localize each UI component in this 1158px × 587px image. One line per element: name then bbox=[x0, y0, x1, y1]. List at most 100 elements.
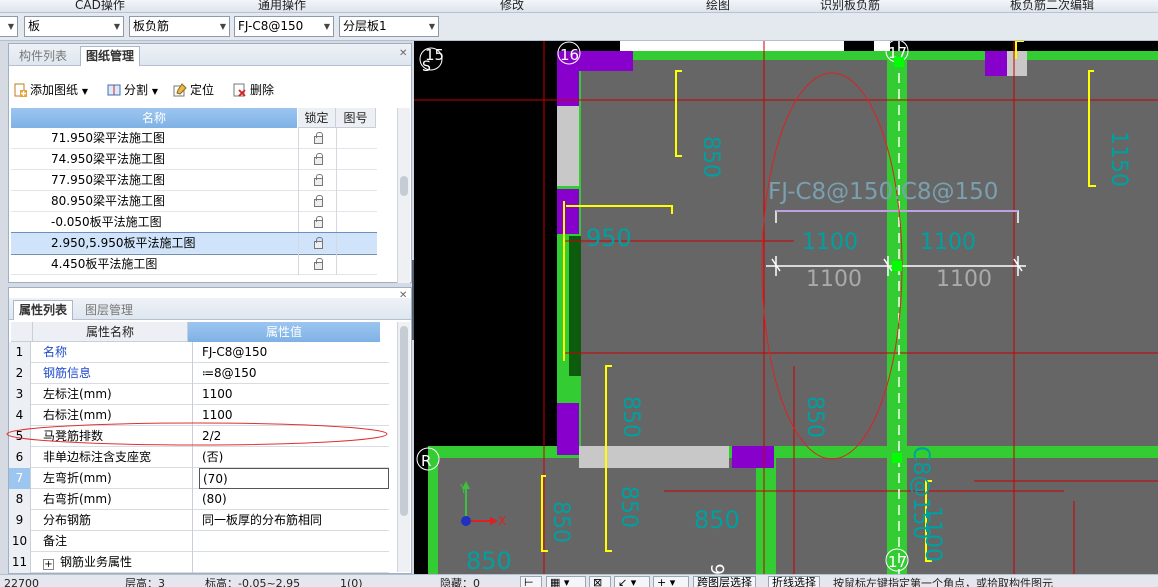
ribbon-group-cad-ops[interactable]: CAD操作 bbox=[75, 0, 125, 12]
property-value[interactable] bbox=[199, 531, 389, 552]
tab-component-list[interactable]: 构件列表 bbox=[13, 46, 73, 66]
add-drawing-button[interactable]: 添加图纸 ▼ bbox=[13, 78, 88, 102]
lock-icon[interactable] bbox=[314, 195, 323, 207]
component-select[interactable]: FJ-C8@150 ▼ bbox=[234, 16, 334, 37]
add-drawing-icon bbox=[13, 81, 27, 97]
split-button[interactable]: 分割 ▼ bbox=[107, 78, 158, 102]
slab-region-main[interactable] bbox=[560, 59, 1158, 454]
grip-point[interactable] bbox=[892, 261, 902, 271]
property-name-text: 钢筋业务属性 bbox=[60, 555, 133, 569]
chevron-down-icon: ▼ bbox=[81, 87, 88, 96]
property-name-text: 非单边标注含支座宽 bbox=[43, 450, 152, 464]
col-header-property-value: 属性值 bbox=[188, 322, 381, 342]
drawing-management-panel: 构件列表 图纸管理 ✕ 添加图纸 ▼ 分割 ▼ 定位 删除 名称 锁定 图号 7… bbox=[8, 43, 412, 283]
cross-layer-select-button[interactable]: 跨图层选择 bbox=[693, 576, 756, 587]
property-panel: 属性列表 图层管理 ✕ 属性名称 属性值 1 名称 FJ-C8@150 2 钢筋信息 ≔8… bbox=[6, 287, 412, 574]
property-row[interactable]: 10 备注 bbox=[9, 531, 389, 552]
drawing-row[interactable]: 80.950梁平法施工图 bbox=[11, 191, 377, 212]
grip-point[interactable] bbox=[892, 453, 902, 463]
scrollbar-thumb[interactable] bbox=[400, 176, 408, 196]
drawing-row[interactable]: 74.950梁平法施工图 bbox=[11, 149, 377, 170]
column-support[interactable] bbox=[732, 446, 774, 468]
col-header-number[interactable]: 图号 bbox=[336, 108, 376, 128]
ribbon-group-general-ops[interactable]: 通用操作 bbox=[258, 0, 306, 12]
col-header-name[interactable]: 名称 bbox=[11, 108, 298, 128]
property-row[interactable]: 6 非单边标注含支座宽 (否) bbox=[9, 447, 389, 468]
lock-icon[interactable] bbox=[314, 174, 323, 186]
dim-850-mid: 850 bbox=[618, 396, 643, 438]
snap-toggle-button[interactable]: ▦ ▾ bbox=[546, 576, 586, 587]
ribbon-group-modify[interactable]: 修改 bbox=[500, 0, 524, 12]
ribbon-group-edit[interactable]: 板负筋二次编辑 bbox=[1010, 0, 1094, 12]
drawing-name: 71.950梁平法施工图 bbox=[51, 131, 165, 145]
point-toggle-button[interactable]: + ▾ bbox=[653, 576, 689, 587]
dim-right-outer: 1100 bbox=[936, 267, 992, 292]
property-value[interactable]: (70) bbox=[199, 468, 389, 489]
floor-select[interactable]: ▼ bbox=[0, 16, 18, 37]
property-row[interactable]: 3 左标注(mm) 1100 bbox=[9, 384, 389, 405]
property-value[interactable]: (否) bbox=[199, 447, 389, 468]
col-header-lock[interactable]: 锁定 bbox=[298, 108, 336, 128]
column-support[interactable] bbox=[557, 403, 579, 455]
column-support[interactable] bbox=[557, 71, 579, 106]
grid-toggle-button[interactable]: ⊠ bbox=[589, 576, 611, 587]
cad-drawing-canvas[interactable]: 15 S 16 17 R 17 6 FJ-C8@150:C8@150 1100 … bbox=[414, 41, 1158, 574]
ortho-toggle-button[interactable]: ⊢ bbox=[520, 576, 542, 587]
property-value[interactable]: 同一板厚的分布筋相同 bbox=[199, 510, 389, 531]
property-value[interactable]: ≔8@150 bbox=[199, 363, 389, 384]
property-row[interactable]: 2 钢筋信息 ≔8@150 bbox=[9, 363, 389, 384]
tab-layer-management[interactable]: 图层管理 bbox=[79, 300, 139, 320]
property-row[interactable]: 11 + 钢筋业务属性 bbox=[9, 552, 389, 573]
category-select[interactable]: 板 ▼ bbox=[24, 16, 124, 37]
property-value[interactable]: (80) bbox=[199, 489, 389, 510]
drawing-row[interactable]: 4.450板平法施工图 bbox=[11, 254, 377, 275]
delete-drawing-button[interactable]: 删除 bbox=[233, 78, 274, 102]
lock-icon[interactable] bbox=[314, 258, 323, 270]
lock-icon[interactable] bbox=[314, 153, 323, 165]
property-row[interactable]: 7 左弯折(mm) (70) bbox=[9, 468, 389, 489]
column-support[interactable] bbox=[557, 189, 579, 234]
property-list-scrollbar[interactable] bbox=[397, 322, 410, 572]
drawing-row[interactable]: 71.950梁平法施工图 bbox=[11, 128, 377, 149]
cad-drawing[interactable]: 15 S 16 17 R 17 6 FJ-C8@150:C8@150 1100 … bbox=[414, 41, 1158, 574]
drawing-row[interactable]: 2.950,5.950板平法施工图 bbox=[11, 232, 377, 255]
beam-top[interactable] bbox=[557, 51, 1158, 60]
ucs-x-label: X bbox=[498, 514, 506, 528]
drawing-list-scrollbar[interactable] bbox=[397, 108, 410, 283]
axis-label-s: S bbox=[422, 59, 431, 75]
drawing-row[interactable]: -0.050板平法施工图 bbox=[11, 212, 377, 233]
locate-button[interactable]: 定位 bbox=[173, 78, 214, 102]
property-value[interactable] bbox=[199, 552, 389, 573]
angle-toggle-button[interactable]: ↙ ▾ bbox=[614, 576, 650, 587]
close-icon[interactable]: ✕ bbox=[399, 48, 407, 59]
grip-point[interactable] bbox=[894, 57, 904, 67]
property-panel-tabbar: 属性列表 图层管理 bbox=[9, 298, 411, 320]
property-value[interactable]: 1100 bbox=[199, 384, 389, 405]
layer-group-select[interactable]: 分层板1 ▼ bbox=[339, 16, 439, 37]
type-select[interactable]: 板负筋 ▼ bbox=[129, 16, 230, 37]
dim-850-corner: 850 bbox=[466, 547, 512, 574]
axis-label-r: R bbox=[421, 452, 431, 470]
beam-axis-r[interactable] bbox=[428, 446, 1158, 458]
tab-drawing-management[interactable]: 图纸管理 bbox=[80, 46, 141, 66]
drawing-row[interactable]: 77.950梁平法施工图 bbox=[11, 170, 377, 191]
ribbon-group-recognize[interactable]: 识别板负筋 bbox=[820, 0, 880, 12]
lock-icon[interactable] bbox=[314, 132, 323, 144]
close-icon[interactable]: ✕ bbox=[399, 290, 407, 301]
lock-icon[interactable] bbox=[314, 237, 323, 249]
beam-mid[interactable] bbox=[756, 456, 776, 574]
property-value[interactable]: FJ-C8@150 bbox=[199, 342, 389, 363]
column-support[interactable] bbox=[985, 51, 1007, 76]
beam-left[interactable] bbox=[428, 456, 438, 574]
polyline-select-button[interactable]: 折线选择 bbox=[768, 576, 820, 587]
tab-property-list[interactable]: 属性列表 bbox=[13, 300, 74, 320]
annotation-ellipse bbox=[6, 422, 388, 446]
expand-icon[interactable]: + bbox=[43, 559, 54, 570]
beam-axis-17[interactable] bbox=[887, 51, 907, 574]
scrollbar-thumb[interactable] bbox=[400, 326, 408, 516]
lock-icon[interactable] bbox=[314, 216, 323, 228]
property-row[interactable]: 8 右弯折(mm) (80) bbox=[9, 489, 389, 510]
property-row[interactable]: 9 分布钢筋 同一板厚的分布筋相同 bbox=[9, 510, 389, 531]
ribbon-group-draw[interactable]: 绘图 bbox=[706, 0, 730, 12]
property-row[interactable]: 1 名称 FJ-C8@150 bbox=[9, 342, 389, 363]
